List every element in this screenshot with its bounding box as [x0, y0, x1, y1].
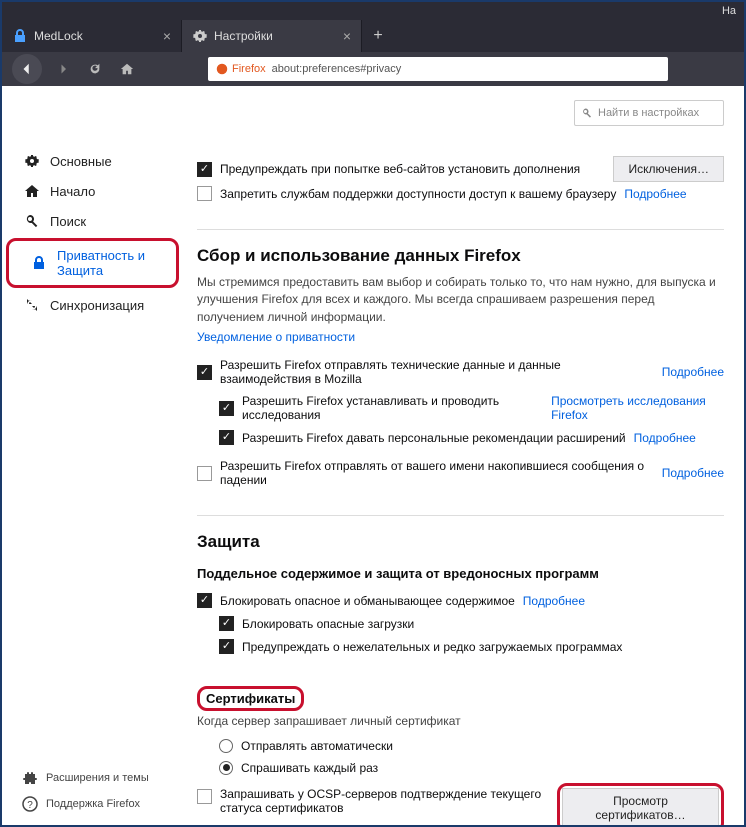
- tab-settings[interactable]: Настройки ×: [182, 20, 362, 52]
- section-heading-data-collection: Сбор и использование данных Firefox: [197, 246, 724, 266]
- option-label: Спрашивать каждый раз: [241, 761, 378, 775]
- checkbox-warn-addons[interactable]: [197, 162, 212, 177]
- nav-toolbar: Firefox about:preferences#privacy: [2, 52, 744, 86]
- section-description: Мы стремимся предоставить вам выбор и со…: [197, 274, 724, 326]
- sidebar-item-home[interactable]: Начало: [2, 176, 187, 206]
- option-label: Разрешить Firefox устанавливать и провод…: [242, 394, 543, 422]
- sidebar-item-label: Поиск: [50, 214, 86, 229]
- sidebar-item-search[interactable]: Поиск: [2, 206, 187, 236]
- option-label: Блокировать опасное и обманывающее содер…: [220, 594, 515, 608]
- tab-strip: MedLock × Настройки × +: [2, 20, 744, 52]
- sidebar-extensions-link[interactable]: Расширения и темы: [22, 765, 149, 791]
- learn-more-link[interactable]: Подробнее: [662, 365, 724, 379]
- option-label: Предупреждать при попытке веб-сайтов уст…: [220, 162, 580, 176]
- url-address: about:preferences#privacy: [272, 63, 402, 75]
- sync-icon: [24, 297, 40, 313]
- close-icon[interactable]: ×: [343, 28, 351, 44]
- new-tab-button[interactable]: +: [362, 20, 394, 52]
- checkbox-block-a11y[interactable]: [197, 186, 212, 201]
- learn-more-link[interactable]: Подробнее: [523, 594, 585, 608]
- reload-button[interactable]: [84, 58, 106, 80]
- preferences-main: Найти в настройках Предупреждать при поп…: [187, 86, 744, 825]
- tab-label: Настройки: [214, 29, 273, 43]
- firefox-badge: Firefox: [216, 63, 266, 75]
- learn-more-link[interactable]: Подробнее: [634, 431, 696, 445]
- home-button[interactable]: [116, 58, 138, 80]
- sidebar-support-link[interactable]: ? Поддержка Firefox: [22, 791, 149, 817]
- lock-icon: [12, 28, 28, 44]
- option-label: Разрешить Firefox отправлять от вашего и…: [220, 459, 662, 487]
- search-placeholder: Найти в настройках: [598, 107, 699, 119]
- option-label: Разрешить Firefox отправлять технические…: [220, 358, 654, 386]
- option-label: Разрешить Firefox давать персональные ре…: [242, 431, 626, 445]
- tab-medlock[interactable]: MedLock ×: [2, 20, 182, 52]
- close-icon[interactable]: ×: [163, 28, 171, 44]
- svg-text:?: ?: [27, 800, 33, 811]
- sidebar-item-label: Синхронизация: [50, 298, 144, 313]
- home-icon: [24, 183, 40, 199]
- view-studies-link[interactable]: Просмотреть исследования Firefox: [551, 394, 724, 422]
- footer-link-label: Поддержка Firefox: [46, 798, 140, 810]
- option-label: Отправлять автоматически: [241, 739, 393, 753]
- certificates-description: Когда сервер запрашивает личный сертифик…: [197, 713, 724, 730]
- gear-icon: [24, 153, 40, 169]
- learn-more-link[interactable]: Подробнее: [662, 466, 724, 480]
- checkbox-block-downloads[interactable]: [219, 616, 234, 631]
- option-label: Запретить службам поддержки доступности …: [220, 187, 616, 201]
- exceptions-button[interactable]: Исключения…: [613, 156, 724, 182]
- checkbox-recommendations[interactable]: [219, 430, 234, 445]
- subheading-certificates: Сертификаты: [206, 691, 295, 706]
- option-label: Блокировать опасные загрузки: [242, 617, 414, 631]
- learn-more-link[interactable]: Подробнее: [624, 187, 686, 201]
- question-icon: ?: [22, 796, 38, 812]
- lock-icon: [31, 255, 47, 271]
- sidebar-item-label: Начало: [50, 184, 95, 199]
- sidebar-item-sync[interactable]: Синхронизация: [2, 290, 187, 320]
- option-label: Предупреждать о нежелательных и редко за…: [242, 640, 622, 654]
- sidebar-item-general[interactable]: Основные: [2, 146, 187, 176]
- gear-icon: [192, 28, 208, 44]
- radio-ask-every-time[interactable]: [219, 761, 233, 775]
- checkbox-crash-reports[interactable]: [197, 466, 212, 481]
- sidebar-item-label: Основные: [50, 154, 112, 169]
- checkbox-block-dangerous[interactable]: [197, 593, 212, 608]
- search-input[interactable]: Найти в настройках: [574, 100, 724, 126]
- checkbox-warn-unwanted[interactable]: [219, 639, 234, 654]
- option-label: Запрашивать у OCSP-серверов подтверждени…: [220, 787, 557, 815]
- search-icon: [24, 213, 40, 229]
- window-title-fragment: На: [2, 2, 744, 20]
- checkbox-studies[interactable]: [219, 401, 234, 416]
- section-heading-security: Защита: [197, 532, 724, 552]
- checkbox-ocsp[interactable]: [197, 789, 212, 804]
- radio-send-auto[interactable]: [219, 739, 233, 753]
- url-bar[interactable]: Firefox about:preferences#privacy: [208, 57, 668, 81]
- forward-button[interactable]: [52, 58, 74, 80]
- sidebar-item-label: Приватность и Защита: [57, 248, 164, 278]
- back-button[interactable]: [12, 54, 42, 84]
- search-icon: [581, 107, 593, 119]
- footer-link-label: Расширения и темы: [46, 772, 149, 784]
- puzzle-icon: [22, 770, 38, 786]
- privacy-notice-link[interactable]: Уведомление о приватности: [197, 330, 355, 344]
- subheading-deceptive: Поддельное содержимое и защита от вредон…: [197, 566, 724, 581]
- checkbox-tech-data[interactable]: [197, 365, 212, 380]
- preferences-sidebar: Основные Начало Поиск Приватность и Защи…: [2, 86, 187, 320]
- tab-label: MedLock: [34, 29, 83, 43]
- view-certificates-button[interactable]: Просмотр сертификатов…: [562, 788, 719, 825]
- sidebar-item-privacy[interactable]: Приватность и Защита: [9, 241, 176, 285]
